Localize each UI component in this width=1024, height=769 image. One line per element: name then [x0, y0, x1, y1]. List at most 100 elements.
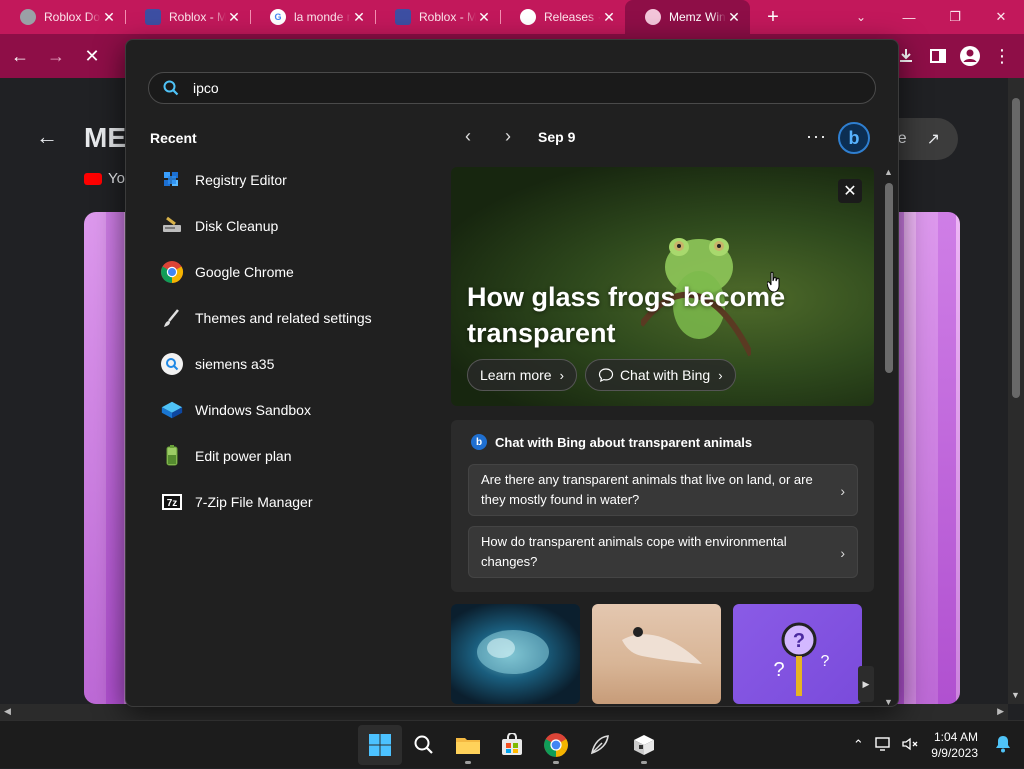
tab-title: la monde m [294, 10, 351, 24]
browser-tab[interactable]: G la monde m ✕ [250, 0, 375, 34]
chat-bubble-icon [598, 368, 614, 383]
recent-item-themes-settings[interactable]: Themes and related settings [160, 295, 420, 341]
restore-button[interactable]: ❐ [932, 0, 978, 34]
tab-search-chevron-icon[interactable]: ⌄ [846, 0, 876, 34]
hero-actions: Learn more › Chat with Bing › [467, 359, 744, 391]
browser-tab[interactable]: Roblox - M ✕ [375, 0, 500, 34]
profile-avatar-icon[interactable] [954, 40, 986, 72]
recent-item-windows-sandbox[interactable]: Windows Sandbox [160, 387, 420, 433]
recent-heading: Recent [150, 130, 197, 146]
chevron-right-icon: › [840, 545, 845, 561]
recent-item-7zip[interactable]: 7z 7-Zip File Manager [160, 479, 420, 525]
scroll-up-arrow-icon[interactable]: ▲ [884, 167, 893, 177]
windows-taskbar: ⌃ 1:04 AM 9/9/2023 [0, 720, 1024, 768]
browser-tab-strip: Roblox Dov ✕ Roblox - M ✕ G la monde m ✕… [0, 0, 1024, 34]
close-icon[interactable]: ✕ [726, 9, 742, 26]
fish-thumbnail[interactable] [451, 604, 580, 704]
forward-button[interactable]: → [40, 40, 72, 72]
recent-item-disk-cleanup[interactable]: Disk Cleanup [160, 203, 420, 249]
back-button[interactable]: ← [4, 40, 36, 72]
folder-icon [456, 738, 480, 754]
recent-item-google-chrome[interactable]: Google Chrome [160, 249, 420, 295]
recent-item-label: Disk Cleanup [195, 218, 279, 234]
bing-logo-icon: b [471, 434, 487, 450]
app-taskbar-button[interactable] [578, 725, 622, 765]
hero-card[interactable]: ✕ How glass frogs become transparent Lea… [451, 167, 874, 406]
taskbar-clock[interactable]: 1:04 AM 9/9/2023 [931, 729, 978, 761]
suggested-question[interactable]: How do transparent animals cope with env… [468, 526, 858, 578]
next-day-chevron-icon[interactable]: › [498, 126, 518, 147]
scroll-right-arrow-icon[interactable]: ▶ [997, 706, 1004, 717]
scrollbar-thumb[interactable] [885, 183, 893, 373]
show-hidden-icons-chevron-icon[interactable]: ⌃ [845, 737, 871, 753]
recent-item-siemens-a35[interactable]: siemens a35 [160, 341, 420, 387]
more-options-icon[interactable]: ··· [806, 126, 827, 147]
browser-tab[interactable]: Roblox - M ✕ [125, 0, 250, 34]
close-window-button[interactable]: ✕ [978, 0, 1024, 34]
prev-day-chevron-icon[interactable]: ‹ [458, 126, 478, 147]
close-hero-button[interactable]: ✕ [838, 179, 862, 203]
recent-item-label: Google Chrome [195, 264, 294, 280]
gecko-image [622, 627, 702, 664]
notification-bell-icon[interactable] [990, 735, 1016, 756]
network-icon[interactable] [871, 736, 897, 755]
scrollbar-thumb[interactable] [1012, 98, 1020, 398]
sandbox-taskbar-button[interactable] [622, 725, 666, 765]
close-icon[interactable]: ✕ [226, 9, 242, 26]
search-box[interactable] [148, 72, 876, 104]
recent-item-registry-editor[interactable]: Registry Editor [160, 157, 420, 203]
question-thumbnail[interactable]: ??? [733, 604, 862, 704]
feed-scrollbar[interactable]: ▲ ▼ [882, 167, 896, 706]
feed-date: Sep 9 [538, 128, 576, 145]
browser-tab[interactable]: Roblox Dov ✕ [0, 0, 125, 34]
suggested-question[interactable]: Are there any transparent animals that l… [468, 464, 858, 516]
close-icon[interactable]: ✕ [601, 9, 617, 26]
recent-item-label: Registry Editor [195, 172, 287, 188]
7zip-icon: 7z [160, 490, 184, 514]
chevron-right-icon: › [718, 367, 723, 383]
start-button[interactable] [358, 725, 402, 765]
thumbnails-next-icon[interactable]: ▶ [858, 666, 874, 702]
chat-with-bing-button[interactable]: Chat with Bing › [584, 359, 736, 391]
close-icon[interactable]: ✕ [351, 9, 367, 26]
recent-item-label: 7-Zip File Manager [195, 494, 313, 510]
learn-more-button[interactable]: Learn more › [467, 359, 577, 391]
search-input[interactable] [193, 80, 793, 96]
chat-with-bing-label: Chat with Bing [619, 367, 711, 383]
youtube-channel[interactable]: Yo [84, 170, 125, 187]
google-g-icon: G [270, 9, 286, 25]
tab-title: Roblox - M [169, 10, 226, 24]
chrome-taskbar-button[interactable] [534, 725, 578, 765]
file-explorer-button[interactable] [446, 725, 490, 765]
chevron-right-icon: › [840, 483, 845, 499]
chat-card-heading: b Chat with Bing about transparent anima… [471, 434, 752, 450]
minimize-button[interactable]: — [886, 0, 932, 34]
search-icon [414, 735, 433, 754]
taskbar-search-button[interactable] [402, 725, 446, 765]
fish-image [477, 630, 549, 674]
menu-kebab-icon[interactable]: ⋮ [986, 40, 1018, 72]
browser-tab[interactable]: Releases · T ✕ [500, 0, 625, 34]
scroll-down-arrow-icon[interactable]: ▼ [1011, 690, 1020, 700]
volume-muted-icon[interactable] [897, 736, 923, 755]
gecko-thumbnail[interactable] [592, 604, 721, 704]
close-icon[interactable]: ✕ [476, 9, 492, 26]
scroll-left-arrow-icon[interactable]: ◀ [4, 706, 11, 717]
chat-card-heading-text: Chat with Bing about transparent animals [495, 434, 753, 450]
page-vertical-scrollbar[interactable]: ▼ [1008, 78, 1024, 704]
browser-tab-active[interactable]: Memz Win ✕ [625, 0, 750, 34]
youtube-icon [84, 172, 102, 185]
microsoft-store-button[interactable] [490, 725, 534, 765]
roblox-avatar-icon [20, 9, 36, 25]
page-back-arrow-icon[interactable]: ← [36, 124, 58, 150]
svg-text:?: ? [773, 659, 784, 681]
new-tab-button[interactable]: + [758, 2, 788, 32]
recent-item-edit-power-plan[interactable]: Edit power plan [160, 433, 420, 479]
bing-logo-icon[interactable]: b [838, 122, 870, 154]
scroll-down-arrow-icon[interactable]: ▼ [884, 697, 893, 706]
magnifier-question-image: ??? [773, 622, 830, 696]
side-panel-icon[interactable] [922, 40, 954, 72]
recent-item-label: Edit power plan [195, 448, 292, 464]
stop-loading-button[interactable]: ✕ [76, 40, 108, 72]
close-icon[interactable]: ✕ [101, 9, 117, 26]
